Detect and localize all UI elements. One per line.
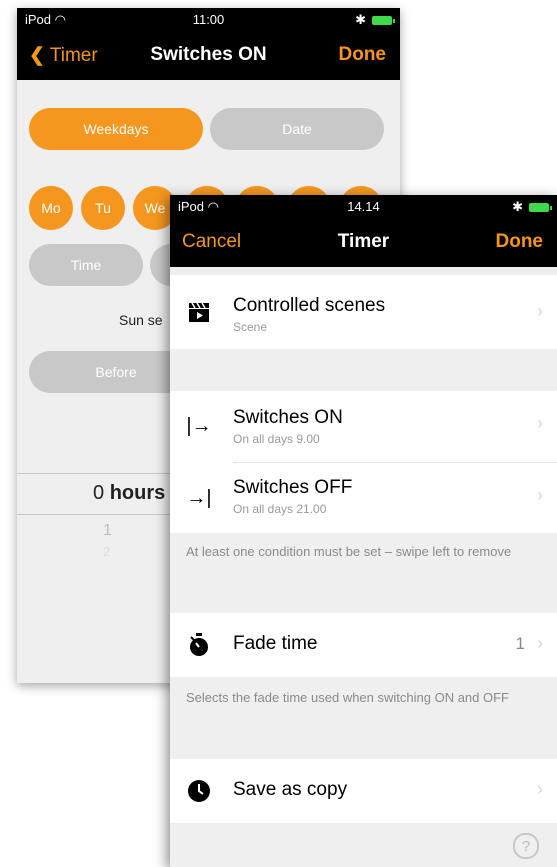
tab-date[interactable]: Date <box>210 108 384 150</box>
clapperboard-icon <box>186 299 212 325</box>
chevron-right-icon: › <box>537 301 543 321</box>
row-subtitle: On all days 21.00 <box>233 502 327 516</box>
chevron-right-icon: › <box>537 633 543 653</box>
help-icon[interactable]: ? <box>513 833 539 859</box>
row-subtitle: On all days 9.00 <box>233 432 320 446</box>
stopwatch-icon <box>186 632 212 658</box>
picker-hours[interactable]: 0 hours <box>93 482 165 505</box>
picker-selected-value: 0 <box>93 482 105 504</box>
switches-off-row[interactable]: →| Switches OFF On all days 21.00 › <box>170 463 557 533</box>
done-button[interactable]: Done <box>496 231 544 253</box>
tab-weekdays[interactable]: Weekdays <box>29 108 203 150</box>
status-time: 14.14 <box>347 199 380 214</box>
row-title: Controlled scenes <box>233 295 386 316</box>
picker-next2-value: 2 <box>103 544 111 559</box>
switch-off-arrow-icon: →| <box>186 486 212 509</box>
clock-icon <box>186 778 212 804</box>
battery-icon <box>529 202 552 212</box>
switches-section: |→ Switches ON On all days 9.00 › →| Swi… <box>170 391 557 533</box>
bluetooth-icon: ✱ <box>355 12 366 27</box>
switches-on-row[interactable]: |→ Switches ON On all days 9.00 › <box>170 391 557 462</box>
picker-unit: hours <box>109 482 166 504</box>
done-button[interactable]: Done <box>339 44 387 66</box>
row-title: Switches OFF <box>233 477 353 498</box>
status-bar: iPod ◠ 11:00 ✱ <box>17 8 400 30</box>
foreground-screen-timer: iPod ◠ 14.14 ✱ Cancel Timer Done Control… <box>170 195 557 867</box>
chevron-right-icon: › <box>537 413 543 433</box>
switch-on-arrow-icon: |→ <box>186 414 212 437</box>
day-mo[interactable]: Mo <box>29 186 73 230</box>
chevron-right-icon: › <box>537 779 543 799</box>
picker-next-value: 1 <box>103 522 112 539</box>
battery-icon <box>372 15 395 25</box>
fade-note: Selects the fade time used when switchin… <box>186 690 509 705</box>
tab-time[interactable]: Time <box>29 244 143 286</box>
nav-bar: ❮ Timer Switches ON Done <box>17 30 400 80</box>
chevron-right-icon: › <box>537 485 543 505</box>
row-title: Fade time <box>233 633 318 654</box>
sun-label: Sun se <box>119 312 163 328</box>
row-title: Save as copy <box>233 779 348 800</box>
condition-note: At least one condition must be set – swi… <box>186 544 512 559</box>
status-bar: iPod ◠ 14.14 ✱ <box>170 195 557 217</box>
row-title: Switches ON <box>233 407 343 428</box>
row-subtitle: Scene <box>233 320 268 334</box>
fade-time-row[interactable]: Fade time 1 › <box>170 613 557 677</box>
day-tu[interactable]: Tu <box>81 186 125 230</box>
save-as-copy-row[interactable]: Save as copy › <box>170 759 557 823</box>
controlled-scenes-row[interactable]: Controlled scenes Scene › <box>170 275 557 349</box>
fade-time-value: 1 <box>515 634 525 653</box>
status-time: 11:00 <box>192 12 225 27</box>
nav-bar: Cancel Timer Done <box>170 217 557 267</box>
bluetooth-icon: ✱ <box>512 199 523 214</box>
